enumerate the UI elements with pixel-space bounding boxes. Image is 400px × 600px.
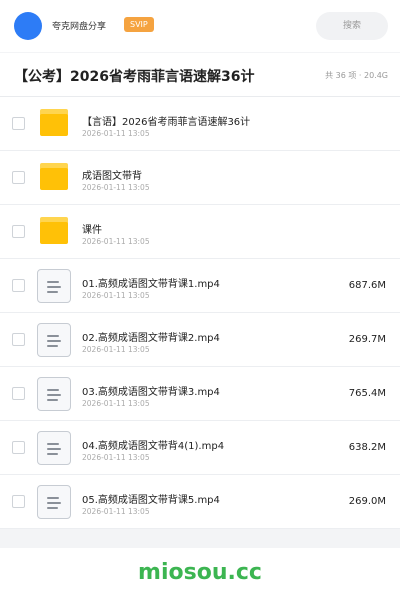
file-row[interactable]: 【言语】2026省考雨菲言语速解36计 2026-01-11 13:05 xyxy=(0,97,400,151)
row-checkbox[interactable] xyxy=(12,441,25,454)
file-size: 765.4M xyxy=(348,388,386,399)
file-name[interactable]: 04.高频成语图文带背4(1).mp4 xyxy=(82,437,224,452)
page-title: 【公考】2026省考雨菲言语速解36计 xyxy=(14,69,255,85)
file-date: 2026-01-11 13:05 xyxy=(82,129,150,138)
svip-badge: SVIP xyxy=(124,17,154,32)
file-date: 2026-01-11 13:05 xyxy=(82,399,150,408)
file-row[interactable]: 成语图文带背 2026-01-11 13:05 xyxy=(0,151,400,205)
file-row[interactable]: 04.高频成语图文带背4(1).mp4 2026-01-11 13:05 638.2… xyxy=(0,421,400,475)
video-file-icon xyxy=(37,431,71,465)
file-row[interactable]: 02.高频成语图文带背课2.mp4 2026-01-11 13:05 269.7M xyxy=(0,313,400,367)
video-file-icon xyxy=(37,485,71,519)
file-row[interactable]: 课件 2026-01-11 13:05 xyxy=(0,205,400,259)
row-checkbox[interactable] xyxy=(12,495,25,508)
file-name[interactable]: 课件 xyxy=(82,221,102,236)
search-input[interactable] xyxy=(316,12,388,40)
file-date: 2026-01-11 13:05 xyxy=(82,237,150,246)
file-date: 2026-01-11 13:05 xyxy=(82,291,150,300)
row-checkbox[interactable] xyxy=(12,279,25,292)
file-name[interactable]: 01.高频成语图文带背课1.mp4 xyxy=(82,275,220,290)
row-checkbox[interactable] xyxy=(12,225,25,238)
file-size: 269.0M xyxy=(348,496,386,507)
file-name[interactable]: 05.高频成语图文带背课5.mp4 xyxy=(82,491,220,506)
share-page: 夸克网盘分享 SVIP 【公考】2026省考雨菲言语速解36计 共 36 项 ·… xyxy=(0,0,400,600)
row-checkbox[interactable] xyxy=(12,387,25,400)
item-count-meta: 共 36 项 · 20.4G xyxy=(325,71,388,80)
file-name[interactable]: 成语图文带背 xyxy=(82,167,142,182)
row-checkbox[interactable] xyxy=(12,333,25,346)
file-name[interactable]: 02.高频成语图文带背课2.mp4 xyxy=(82,329,220,344)
row-checkbox[interactable] xyxy=(12,171,25,184)
file-row[interactable]: 03.高频成语图文带背课3.mp4 2026-01-11 13:05 765.4M xyxy=(0,367,400,421)
file-name[interactable]: 03.高频成语图文带背课3.mp4 xyxy=(82,383,220,398)
file-size: 638.2M xyxy=(348,442,386,453)
file-row[interactable]: 05.高频成语图文带背课5.mp4 2026-01-11 13:05 269.0M xyxy=(0,475,400,529)
file-row[interactable]: 01.高频成语图文带背课1.mp4 2026-01-11 13:05 687.6M xyxy=(0,259,400,313)
watermark: miosou.cc xyxy=(138,560,262,585)
file-date: 2026-01-11 13:05 xyxy=(82,453,150,462)
file-name[interactable]: 【言语】2026省考雨菲言语速解36计 xyxy=(82,113,250,128)
file-size: 687.6M xyxy=(348,280,386,291)
file-date: 2026-01-11 13:05 xyxy=(82,345,150,354)
row-checkbox[interactable] xyxy=(12,117,25,130)
file-size: 269.7M xyxy=(348,334,386,345)
video-file-icon xyxy=(37,377,71,411)
folder-icon xyxy=(40,109,68,136)
file-date: 2026-01-11 13:05 xyxy=(82,507,150,516)
header: 夸克网盘分享 SVIP xyxy=(0,0,400,52)
avatar[interactable] xyxy=(14,12,42,40)
app-name: 夸克网盘分享 xyxy=(52,22,107,32)
video-file-icon xyxy=(37,323,71,357)
file-list: 【言语】2026省考雨菲言语速解36计 2026-01-11 13:05 成语图文带… xyxy=(0,97,400,529)
video-file-icon xyxy=(37,269,71,303)
folder-icon xyxy=(40,217,68,244)
title-bar: 【公考】2026省考雨菲言语速解36计 共 36 项 · 20.4G xyxy=(0,53,400,97)
file-date: 2026-01-11 13:05 xyxy=(82,183,150,192)
footer: miosou.cc xyxy=(0,548,400,600)
folder-icon xyxy=(40,163,68,190)
